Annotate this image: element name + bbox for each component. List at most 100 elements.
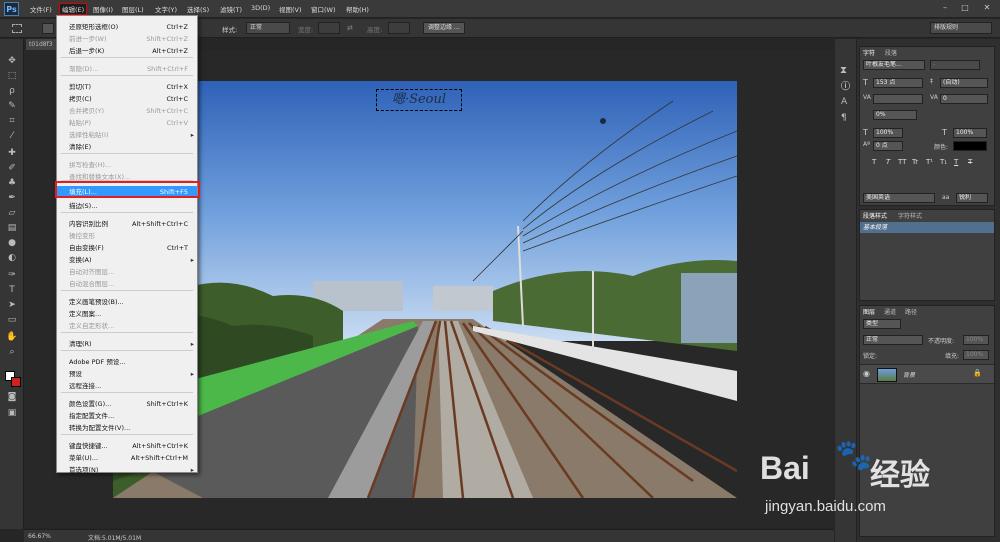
all-caps-button[interactable]: TT: [898, 158, 906, 166]
edit-menu-item[interactable]: 首选项(N) ▸: [57, 464, 197, 476]
edit-menu-item[interactable]: 变换(A) ▸: [57, 254, 197, 266]
layer-filter-select[interactable]: 类型: [863, 319, 901, 329]
tracking-field[interactable]: 0: [940, 94, 988, 104]
style-item-basic[interactable]: 基本段落: [860, 222, 994, 233]
quick-mask-icon[interactable]: ◙: [5, 391, 19, 403]
marquee-tool-icon[interactable]: ⬚: [5, 70, 19, 82]
menu-edit[interactable]: 编辑(E): [59, 3, 88, 15]
pen-tool-icon[interactable]: ✑: [5, 269, 19, 281]
edit-menu-item[interactable]: 定义自定形状...: [57, 320, 197, 332]
menu-type[interactable]: 文字(Y): [155, 4, 177, 14]
layer-row-background[interactable]: ◉ 背景 🔒: [860, 364, 994, 384]
eraser-icon[interactable]: ▱: [5, 207, 19, 219]
swap-icon[interactable]: ⇄: [347, 24, 353, 32]
tab-layers[interactable]: 图层: [863, 307, 875, 316]
document-tab[interactable]: t01d8f3: [26, 39, 56, 50]
edit-menu-item[interactable]: 内容识别比例 Alt+Shift+Ctrl+C: [57, 218, 197, 230]
antialias-select[interactable]: 锐利: [956, 193, 988, 203]
crop-tool-icon[interactable]: ⌗: [5, 115, 19, 127]
workspace-select[interactable]: 排版规则: [930, 22, 992, 34]
gradient-icon[interactable]: ▤: [5, 222, 19, 234]
history-panel-icon[interactable]: ⧗: [840, 65, 847, 76]
menu-image[interactable]: 图像(I): [93, 4, 113, 14]
edit-menu-item[interactable]: 自动混合图层...: [57, 278, 197, 290]
menu-3d[interactable]: 3D(D): [251, 4, 270, 12]
edit-menu-item[interactable]: 描边(S)...: [57, 200, 197, 212]
menu-file[interactable]: 文件(F): [30, 4, 52, 14]
leading-field[interactable]: (自动): [940, 78, 988, 88]
path-select-icon[interactable]: ➤: [5, 299, 19, 311]
edit-menu-item[interactable]: Adobe PDF 预设...: [57, 356, 197, 368]
strikethrough-button[interactable]: T: [968, 158, 972, 166]
tab-paragraph-styles[interactable]: 段落样式: [863, 211, 887, 220]
kerning-field[interactable]: [873, 94, 923, 104]
hand-tool-icon[interactable]: ✋: [5, 331, 19, 343]
brush-tool-icon[interactable]: ✐: [5, 162, 19, 174]
edit-menu-item[interactable]: 渐隐(D)... Shift+Ctrl+F: [57, 63, 197, 75]
superscript-button[interactable]: T¹: [926, 158, 933, 166]
type-tool-icon[interactable]: T: [5, 284, 19, 296]
edit-menu-item[interactable]: 后退一步(K) Alt+Ctrl+Z: [57, 45, 197, 57]
healing-brush-icon[interactable]: ✚: [5, 147, 19, 159]
new-selection-icon[interactable]: [42, 23, 54, 34]
menu-filter[interactable]: 滤镜(T): [220, 4, 242, 14]
edit-menu-item[interactable]: 操控变形: [57, 230, 197, 242]
zoom-level[interactable]: 66.67%: [28, 533, 51, 540]
edit-menu-item[interactable]: 定义画笔预设(B)...: [57, 296, 197, 308]
edit-menu-item[interactable]: 选择性粘贴(I) ▸: [57, 129, 197, 141]
close-icon[interactable]: ✕: [980, 2, 994, 13]
screen-mode-icon[interactable]: ▣: [5, 407, 19, 419]
edit-menu-item[interactable]: 颜色设置(G)... Shift+Ctrl+K: [57, 398, 197, 410]
tab-paths[interactable]: 路径: [905, 307, 917, 316]
blend-mode-select[interactable]: 正常: [863, 335, 923, 345]
tab-paragraph[interactable]: 段落: [885, 48, 897, 57]
horizontal-scale-field[interactable]: 100%: [953, 128, 987, 138]
menu-select[interactable]: 选择(S): [187, 4, 209, 14]
width-field[interactable]: [318, 22, 340, 34]
baseline-field[interactable]: 0 点: [873, 141, 903, 151]
move-tool-icon[interactable]: ✥: [5, 55, 19, 67]
menu-window[interactable]: 窗口(W): [311, 4, 336, 14]
shape-tool-icon[interactable]: ▭: [5, 314, 19, 326]
clone-stamp-icon[interactable]: ♣: [5, 177, 19, 189]
edit-menu-item[interactable]: 键盘快捷键... Alt+Shift+Ctrl+K: [57, 440, 197, 452]
edit-menu-item[interactable]: 转换为配置文件(V)...: [57, 422, 197, 434]
font-style-select[interactable]: -: [930, 60, 980, 70]
edit-menu-item[interactable]: 指定配置文件...: [57, 410, 197, 422]
subscript-button[interactable]: T₁: [940, 158, 947, 166]
layer-name[interactable]: 背景: [903, 370, 915, 379]
text-color-swatch[interactable]: [953, 141, 987, 151]
faux-bold-button[interactable]: T: [872, 158, 876, 166]
edit-menu-item[interactable]: 自动对齐图层...: [57, 266, 197, 278]
visibility-eye-icon[interactable]: ◉: [863, 369, 870, 378]
tab-channels[interactable]: 通道: [884, 307, 896, 316]
height-field[interactable]: [388, 22, 410, 34]
faux-italic-button[interactable]: T: [886, 158, 890, 166]
menu-help[interactable]: 帮助(H): [346, 4, 369, 14]
zoom-tool-icon[interactable]: ⌕: [5, 346, 19, 358]
edit-menu-item[interactable]: 前进一步(W) Shift+Ctrl+Z: [57, 33, 197, 45]
lasso-tool-icon[interactable]: ρ: [5, 85, 19, 97]
small-caps-button[interactable]: Tr: [912, 158, 918, 166]
tab-character[interactable]: 字符: [863, 48, 875, 57]
edit-menu-item[interactable]: 清理(R) ▸: [57, 338, 197, 350]
blur-tool-icon[interactable]: ●: [5, 237, 19, 249]
language-select[interactable]: 美国英语: [863, 193, 935, 203]
background-color-swatch[interactable]: [11, 377, 21, 387]
font-family-select[interactable]: 叶根友毛笔...: [863, 60, 925, 70]
text-layer-selection[interactable]: 嗯·Seoul: [376, 89, 462, 111]
fill-field[interactable]: 100%: [963, 350, 989, 360]
tab-character-styles[interactable]: 字符样式: [898, 211, 922, 220]
font-size-field[interactable]: 153 点: [873, 78, 923, 88]
dodge-tool-icon[interactable]: ◐: [5, 252, 19, 264]
eyedropper-icon[interactable]: ⁄: [5, 130, 19, 142]
marquee-tool-icon[interactable]: [12, 24, 22, 33]
minimize-icon[interactable]: –: [938, 2, 952, 13]
edit-menu-item[interactable]: 粘贴(P) Ctrl+V: [57, 117, 197, 129]
scale-field[interactable]: 0%: [873, 110, 917, 120]
edit-menu-item[interactable]: 清除(E): [57, 141, 197, 153]
paragraph-panel-icon[interactable]: ¶: [841, 113, 847, 123]
edit-menu-item[interactable]: 合并拷贝(Y) Shift+Ctrl+C: [57, 105, 197, 117]
menu-layer[interactable]: 图层(L): [122, 4, 144, 14]
underline-button[interactable]: T: [954, 158, 958, 166]
